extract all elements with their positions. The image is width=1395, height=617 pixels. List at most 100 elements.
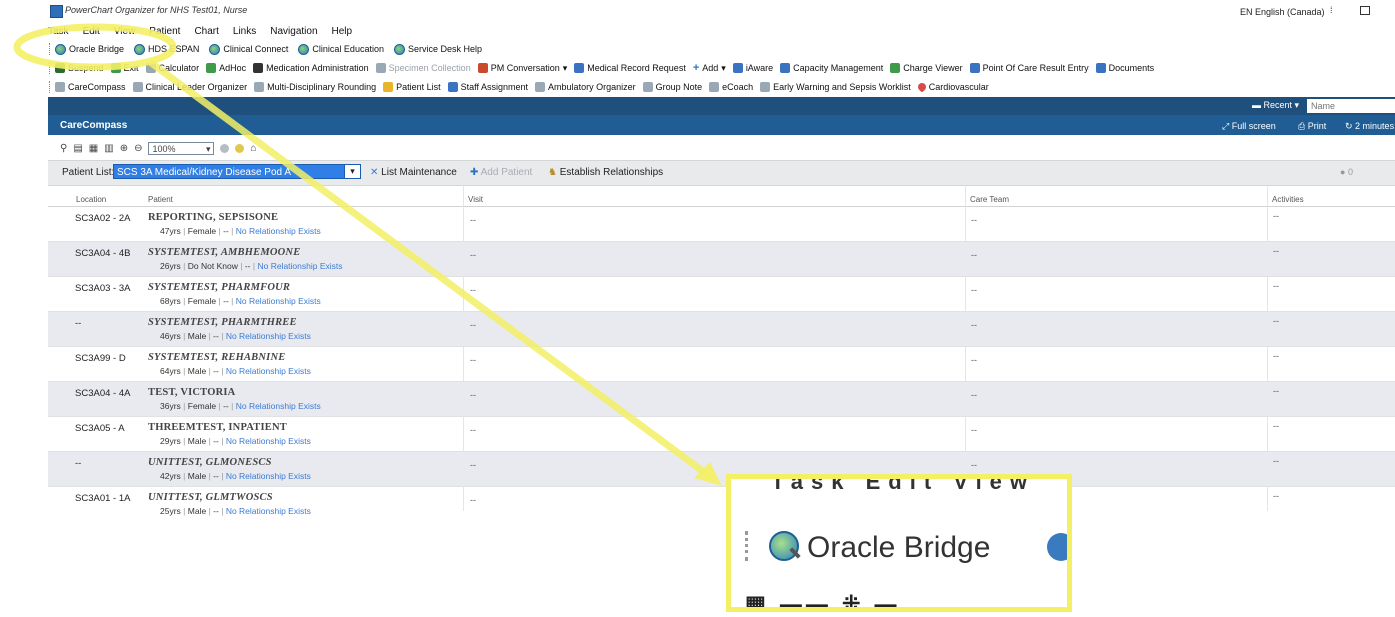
patient-name[interactable]: SYSTEMTEST, AMBHEMOONE	[148, 247, 300, 258]
toolbar-grip[interactable]	[49, 81, 52, 93]
relationship-link[interactable]: No Relationship Exists	[236, 296, 321, 306]
language-indicator[interactable]: EN English (Canada)	[1240, 7, 1325, 17]
table-row[interactable]: SC3A01 - 1A UNITTEST, GLMTWOSCS 25yrs | …	[48, 487, 1395, 521]
forward-icon[interactable]	[235, 143, 245, 153]
organizer-icon	[535, 82, 546, 92]
zoom-in-icon[interactable]: ⊕	[120, 143, 128, 154]
service-desk-help-button[interactable]: Service Desk Help	[393, 43, 482, 55]
clinical-education-button[interactable]: Clinical Education	[298, 43, 384, 55]
clinical-connect-button[interactable]: Clinical Connect	[209, 43, 288, 55]
print-button[interactable]: ⎙ Print	[1298, 121, 1326, 132]
establish-relationships-button[interactable]: ♞ Establish Relationships	[548, 167, 663, 178]
menu-help[interactable]: Help	[332, 24, 353, 40]
table-row[interactable]: SC3A05 - A THREEMTEST, INPATIENT 29yrs |…	[48, 417, 1395, 452]
menu-task[interactable]: Task	[48, 24, 69, 40]
patient-name[interactable]: SYSTEMTEST, REHABNINE	[148, 352, 285, 363]
ecoach-button[interactable]: eCoach	[709, 82, 753, 92]
relationship-link[interactable]: No Relationship Exists	[226, 471, 311, 481]
point-of-care-result-entry-button[interactable]: Point Of Care Result Entry	[969, 63, 1089, 73]
medication-administration-button[interactable]: Medication Administration	[253, 63, 369, 73]
home-icon[interactable]: ⌂	[250, 143, 256, 154]
documents-button[interactable]: Documents	[1095, 63, 1154, 73]
menu-edit[interactable]: Edit	[83, 24, 100, 40]
add-patient-button[interactable]: ✚ Add Patient	[470, 167, 532, 178]
chevron-down-icon[interactable]: ▾	[344, 165, 360, 178]
patient-name[interactable]: REPORTING, SEPSISONE	[148, 212, 278, 223]
table-row[interactable]: SC3A99 - D SYSTEMTEST, REHABNINE 64yrs |…	[48, 347, 1395, 382]
toolbar-grip[interactable]	[49, 43, 52, 55]
patient-name[interactable]: UNITTEST, GLMTWOSCS	[148, 492, 273, 503]
early-warning-sepsis-worklist-button[interactable]: Early Warning and Sepsis Worklist	[760, 82, 911, 92]
column-care-team[interactable]: Care Team	[970, 195, 1009, 204]
menu-view[interactable]: View	[114, 24, 136, 40]
capacity-management-button[interactable]: Capacity Management	[780, 63, 883, 73]
patient-name[interactable]: UNITTEST, GLMONESCS	[148, 457, 272, 468]
recent-dropdown[interactable]: ▬ Recent ▾	[1252, 100, 1299, 111]
toolbar-grip[interactable]	[49, 62, 52, 74]
relationship-link[interactable]: No Relationship Exists	[226, 506, 311, 516]
calculator-button[interactable]: Calculator	[145, 63, 199, 73]
cardiovascular-button[interactable]: Cardiovascular	[916, 81, 989, 93]
exit-button[interactable]: Exit	[110, 63, 139, 73]
name-search-input[interactable]	[1307, 99, 1395, 113]
column-activities[interactable]: Activities	[1272, 195, 1304, 204]
table-row[interactable]: SC3A03 - 3A SYSTEMTEST, PHARMFOUR 68yrs …	[48, 277, 1395, 312]
organizer-icon	[55, 82, 65, 92]
medical-record-request-button[interactable]: Medical Record Request	[574, 63, 686, 73]
zoom-select[interactable]: 100%	[148, 141, 215, 156]
ambulatory-organizer-button[interactable]: Ambulatory Organizer	[535, 82, 636, 92]
charge-viewer-button[interactable]: Charge Viewer	[890, 63, 963, 73]
relationship-link[interactable]: No Relationship Exists	[226, 331, 311, 341]
pm-conversation-button[interactable]: PM Conversation ▾	[477, 63, 567, 74]
hds-espan-button[interactable]: HDS ESPAN	[134, 43, 199, 55]
relationship-link[interactable]: No Relationship Exists	[226, 436, 311, 446]
column-patient[interactable]: Patient	[148, 195, 173, 204]
binoculars-icon[interactable]: ⚲	[60, 143, 67, 154]
table-row[interactable]: SC3A02 - 2A REPORTING, SEPSISONE 47yrs |…	[48, 207, 1395, 242]
column-visit[interactable]: Visit	[468, 195, 483, 204]
document-icon[interactable]: ▤	[73, 143, 82, 154]
clinical-leader-organizer-button[interactable]: Clinical Leader Organizer	[132, 82, 247, 92]
oracle-bridge-button[interactable]: Oracle Bridge	[55, 43, 124, 55]
table-row[interactable]: SC3A04 - 4A TEST, VICTORIA 36yrs | Femal…	[48, 382, 1395, 417]
list-maintenance-button[interactable]: ✕ List Maintenance	[370, 167, 457, 178]
globe-search-icon	[1047, 533, 1067, 561]
zoom-out-icon[interactable]: ⊖	[134, 143, 142, 154]
multi-disciplinary-rounding-button[interactable]: Multi-Disciplinary Rounding	[254, 82, 376, 92]
menu-patient[interactable]: Patient	[149, 24, 180, 40]
restore-window-icon[interactable]	[1360, 6, 1370, 15]
menu-navigation[interactable]: Navigation	[270, 24, 317, 40]
group-note-button[interactable]: Group Note	[642, 82, 702, 92]
full-screen-button[interactable]: ⤢ Full screen	[1222, 121, 1276, 132]
table-row[interactable]: SC3A04 - 4B SYSTEMTEST, AMBHEMOONE 26yrs…	[48, 242, 1395, 277]
specimen-collection-button[interactable]: Specimen Collection	[375, 63, 471, 73]
refresh-button[interactable]: ↻ 2 minutes	[1345, 121, 1394, 132]
iaware-button[interactable]: iAware	[732, 63, 773, 73]
relationship-link[interactable]: No Relationship Exists	[236, 226, 321, 236]
print-preview-icon[interactable]: ▥	[104, 143, 113, 154]
relationship-link[interactable]: No Relationship Exists	[257, 261, 342, 271]
back-icon[interactable]	[220, 143, 230, 153]
carecompass-button[interactable]: CareCompass	[55, 82, 126, 92]
patient-name[interactable]: TEST, VICTORIA	[148, 387, 235, 398]
patient-list-select[interactable]: SCS 3A Medical/Kidney Disease Pod A	[113, 164, 361, 179]
language-spinner-icon[interactable]: ⁞	[1330, 5, 1333, 15]
menu-links[interactable]: Links	[233, 24, 256, 40]
patient-name[interactable]: SYSTEMTEST, PHARMTHREE	[148, 317, 297, 328]
relationship-link[interactable]: No Relationship Exists	[236, 401, 321, 411]
patient-name[interactable]: THREEMTEST, INPATIENT	[148, 422, 287, 433]
patient-name[interactable]: SYSTEMTEST, PHARMFOUR	[148, 282, 290, 293]
menu-chart[interactable]: Chart	[194, 24, 218, 40]
adhoc-button[interactable]: AdHoc	[206, 63, 246, 73]
relationship-link[interactable]: No Relationship Exists	[226, 366, 311, 376]
print-icon[interactable]: ▦	[89, 143, 98, 154]
table-row[interactable]: -- SYSTEMTEST, PHARMTHREE 46yrs | Male |…	[48, 312, 1395, 347]
add-button[interactable]: + Add ▾	[693, 63, 726, 74]
point-of-care-icon	[969, 63, 980, 73]
patient-details: 29yrs | Male | -- | No Relationship Exis…	[160, 436, 311, 446]
suspend-button[interactable]: Suspend	[55, 63, 104, 73]
table-row[interactable]: -- UNITTEST, GLMONESCS 42yrs | Male | --…	[48, 452, 1395, 487]
column-location[interactable]: Location	[76, 195, 106, 204]
patient-list-button[interactable]: Patient List	[383, 82, 441, 92]
staff-assignment-button[interactable]: Staff Assignment	[447, 82, 528, 92]
